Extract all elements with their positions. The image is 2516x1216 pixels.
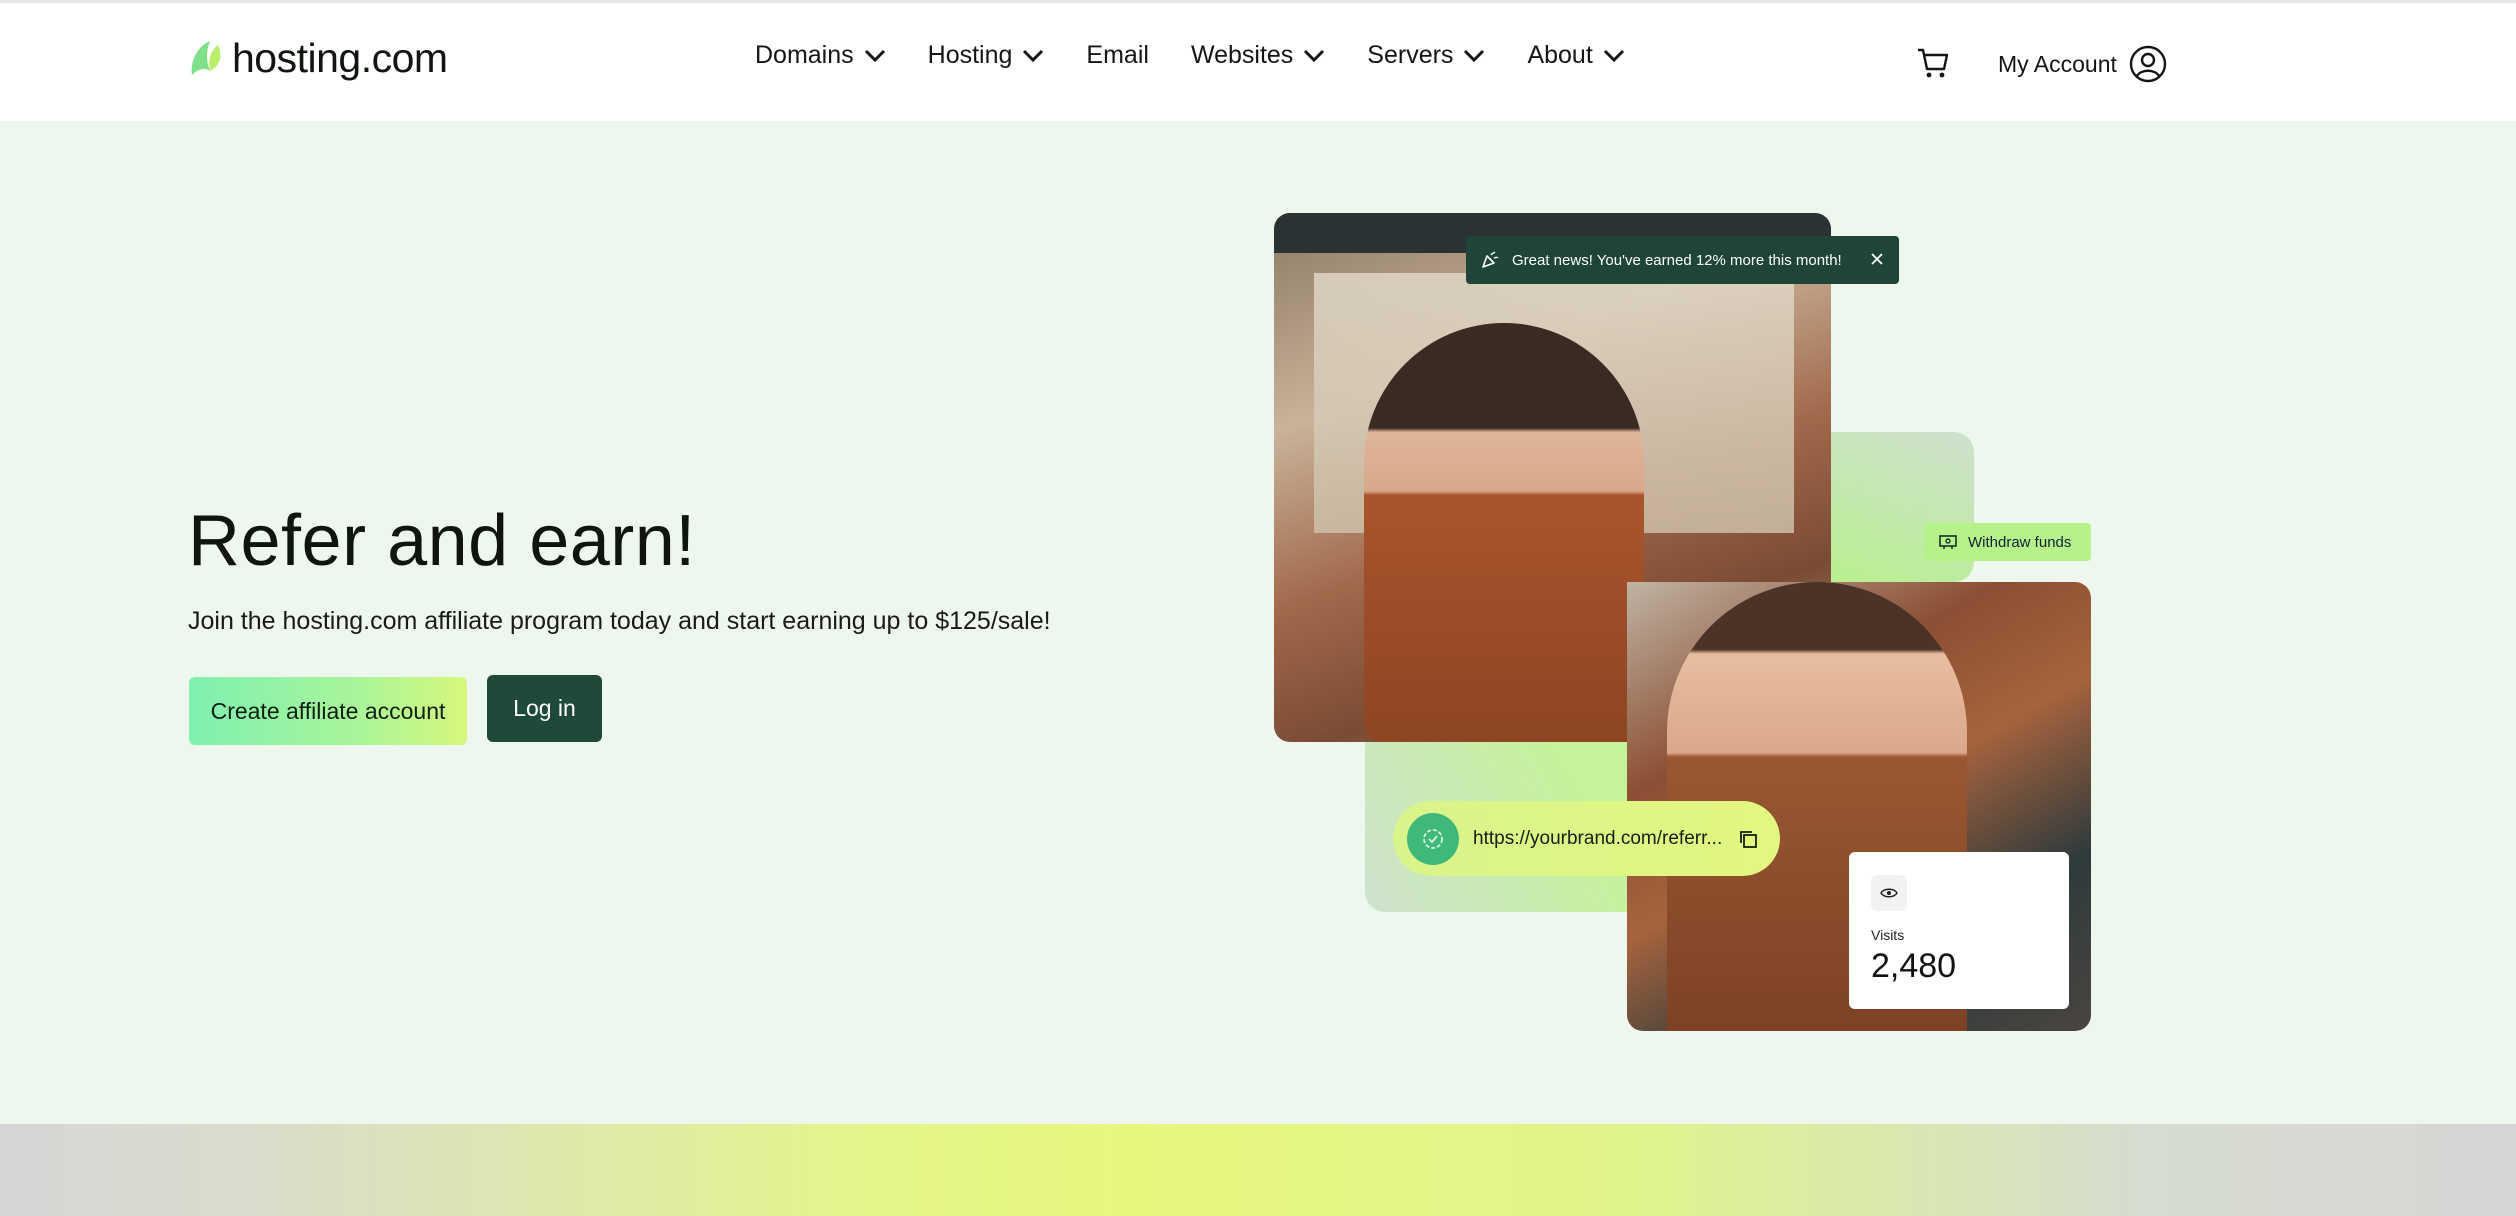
nav-websites[interactable]: Websites [1191, 41, 1325, 70]
verified-badge-glyph [1423, 828, 1443, 849]
account-label: My Account [1998, 50, 2117, 77]
nav-domains[interactable]: Domains [755, 41, 886, 70]
nav-label: Email [1086, 41, 1149, 69]
chevron-down-icon [1464, 49, 1485, 62]
main-nav: Domains Hosting Email Websites Servers A… [755, 41, 1667, 70]
copy-icon[interactable] [1737, 828, 1759, 850]
chevron-down-icon [1023, 49, 1044, 62]
create-affiliate-account-button[interactable]: Create affiliate account [189, 677, 467, 745]
eye-icon [1871, 875, 1907, 911]
chevron-down-icon [864, 49, 885, 62]
log-in-button[interactable]: Log in [487, 675, 602, 742]
nav-label: Hosting [927, 41, 1013, 69]
withdraw-label: Withdraw funds [1968, 533, 2072, 551]
withdraw-funds-chip[interactable]: Withdraw funds [1924, 523, 2091, 561]
nav-about[interactable]: About [1527, 41, 1624, 70]
my-account-link[interactable]: My Account [1998, 45, 2167, 83]
chevron-down-icon [1603, 49, 1624, 62]
earnings-toast: Great news! You've earned 12% more this … [1466, 236, 1899, 284]
nav-email[interactable]: Email [1086, 41, 1149, 70]
visits-value: 2,480 [1871, 947, 1957, 985]
logo-text: hosting.com [232, 35, 448, 81]
money-icon [1939, 535, 1957, 549]
nav-label: About [1527, 41, 1593, 69]
nav-label: Domains [755, 41, 854, 69]
visits-card: Visits 2,480 [1849, 852, 2069, 1009]
hero-title: Refer and earn! [188, 501, 696, 581]
chevron-down-icon [1304, 49, 1325, 62]
logo[interactable]: hosting.com [188, 35, 448, 82]
eye-glyph [1880, 888, 1898, 898]
logo-leaf-icon [191, 40, 221, 75]
photo-person [1364, 323, 1644, 742]
site-header: hosting.com Domains Hosting Email Websit… [0, 0, 2516, 121]
nav-label: Servers [1367, 41, 1454, 69]
toast-text: Great news! You've earned 12% more this … [1512, 251, 1842, 269]
close-icon[interactable] [1869, 251, 1885, 267]
referral-url: https://yourbrand.com/referr... [1473, 827, 1723, 849]
nav-servers[interactable]: Servers [1367, 41, 1485, 70]
nav-label: Websites [1190, 41, 1294, 69]
visits-label: Visits [1871, 927, 1905, 943]
referral-link-pill: https://yourbrand.com/referr... [1393, 801, 1780, 876]
hero-subtitle: Join the hosting.com affiliate program t… [188, 607, 1051, 635]
verified-badge-icon [1407, 812, 1459, 865]
party-popper-icon [1482, 251, 1499, 268]
next-section-band [0, 1124, 2516, 1216]
nav-hosting[interactable]: Hosting [928, 41, 1045, 70]
shopping-cart-icon[interactable] [1916, 46, 1950, 80]
user-circle-icon [2129, 45, 2167, 83]
